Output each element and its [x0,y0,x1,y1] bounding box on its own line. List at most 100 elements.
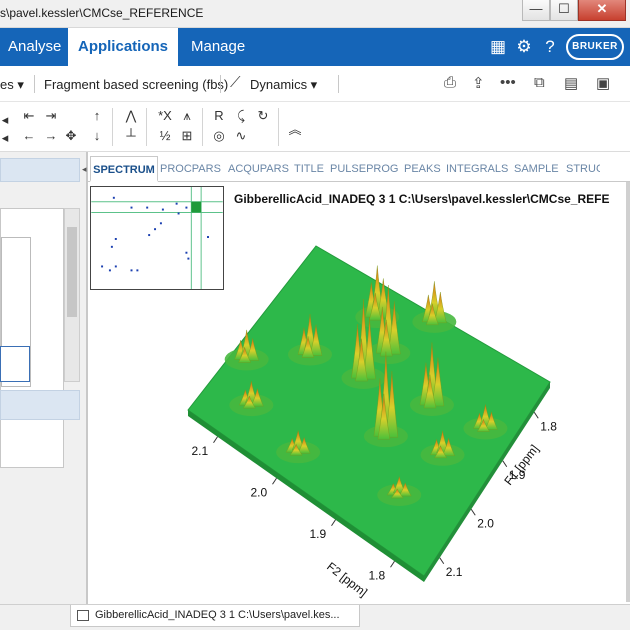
scroll-thumb[interactable] [67,227,77,317]
tab-applications[interactable]: Applications [68,28,178,66]
arrow-right-icon[interactable]: → [42,128,60,144]
tab-spectrum[interactable]: SPECTRUM [90,156,158,182]
peak-icon[interactable]: ⋀ [122,108,140,124]
tab-peaks[interactable]: PEAKS [404,156,441,182]
tab-manage-label: Manage [191,38,246,55]
divider [34,75,35,93]
topspin-window: s\pavel.kessler\CMCse_REFERENCE — ☐ ✕ An… [0,0,630,630]
stack-icon[interactable]: ⊞ [178,128,196,144]
dataset-tab-label: GibberellicAcid_INADEQ 3 1 C:\Users\pave… [95,609,340,621]
panel-header [0,158,80,182]
status-bar: GibberellicAcid_INADEQ 3 1 C:\Users\pave… [0,604,630,630]
tab-procpars[interactable]: PROCPARS [160,156,221,182]
grid-layout-icon[interactable]: ▤ [564,74,578,92]
scale-icon[interactable]: ⩚ [178,108,196,124]
spectrum-3d-plot[interactable]: 2.12.01.91.8 2.12.01.91.8F2 [ppm]F1 [ppm] [158,238,630,604]
layout-icon[interactable]: ▦ [488,37,508,57]
overview-peak [130,269,133,272]
reset-icon[interactable]: R [210,108,228,124]
arrow-up-icon[interactable]: ↑ [88,108,106,124]
arrow-left-icon[interactable]: ← [20,128,38,144]
overview-peak [177,212,180,215]
y-tick-label: 1.8 [540,419,557,433]
divider [112,108,113,146]
rotate-icon[interactable]: ↻ [254,108,272,124]
sub-toolbar: es ▾ Fragment based screening (fbs) ⟋ Dy… [0,66,630,102]
fbs-menu-item[interactable]: Fragment based screening (fbs) [44,77,228,92]
tab-manage[interactable]: Manage [191,28,245,66]
overview-peak [159,222,162,225]
print-icon[interactable]: ⎙ [444,74,456,91]
x-tick [390,560,395,568]
tab-scroll-left-icon[interactable]: ◂ [82,164,87,175]
y-tick [470,508,476,516]
export-icon[interactable]: ⇪ [472,74,485,92]
x-tick [331,519,336,527]
first-left-icon[interactable]: ⇤ [20,108,38,124]
tab-analyse[interactable]: Analyse [8,28,61,66]
overview-peak [185,206,188,209]
shift-icon[interactable]: ◂ [0,130,14,146]
overview-peak [114,238,117,240]
icon-toolbar: ◂ ◂ ⇤ ⇥ ← → ✥ ↑ ↓ ⋀ ┴ *X ⩚ ½ ⊞ R ⤹ ↻ ◎ ∿… [0,102,630,152]
dataset-icon [77,610,89,621]
phase-icon[interactable]: ⤹ [232,108,250,124]
tab-structure[interactable]: STRUC [566,156,600,182]
gear-icon[interactable]: ⚙ [514,37,534,57]
divider [278,108,279,146]
overview-peak [101,265,104,268]
dynamics-menu-item[interactable]: Dynamics ▾ [250,77,317,93]
overview-peak [175,202,178,205]
x-tick-label: 2.0 [251,485,268,499]
tab-acqupars[interactable]: ACQUPARS [228,156,289,182]
close-button[interactable]: ✕ [578,0,626,21]
target-icon[interactable]: ◎ [210,128,228,144]
preview-thumbnail-selected[interactable] [0,346,30,382]
panel-footer [0,390,80,420]
divider [220,75,221,93]
collapse-icon[interactable]: ︽ [286,122,304,138]
x-tick-label: 1.9 [310,527,327,541]
divide-icon[interactable]: ½ [156,128,174,144]
settings-layout-icon[interactable]: ▣ [596,74,610,92]
menu-item-es[interactable]: es ▾ [0,77,24,93]
fit-icon[interactable]: ∿ [232,128,250,144]
overview-peak [154,228,157,231]
maximize-button[interactable]: ☐ [550,0,578,21]
arrow-down-icon[interactable]: ↓ [88,128,106,144]
overview-peak [146,206,149,209]
window-layout-icon[interactable]: ⧉ [534,74,545,91]
y-tick [533,411,539,419]
x-tick-label: 2.1 [192,444,209,458]
shift-icon[interactable]: ◂ [0,112,14,128]
tab-analyse-label: Analyse [8,38,62,55]
y-tick-label: 2.0 [477,516,494,530]
minimize-button[interactable]: — [522,0,550,21]
display-tabs: ◂ SPECTRUM PROCPARS ACQUPARS TITLE PULSE… [82,156,630,182]
overview-zoom-box[interactable] [191,201,202,213]
move-icon[interactable]: ✥ [62,128,80,144]
x-tick [272,477,277,485]
tab-sample[interactable]: SAMPLE [514,156,559,182]
overview-peak [112,196,115,199]
tab-pulseprog[interactable]: PULSEPROG [330,156,398,182]
overview-peak [130,206,133,209]
dataset-tab[interactable]: GibberellicAcid_INADEQ 3 1 C:\Users\pave… [70,605,360,627]
spectrum-baseline-icon[interactable]: ┴ [122,128,140,144]
last-right-icon[interactable]: ⇥ [42,108,60,124]
help-icon[interactable]: ? [540,37,560,57]
overview-peak [110,245,113,248]
title-bar: s\pavel.kessler\CMCse_REFERENCE — ☐ ✕ [0,0,630,28]
preview-thumbnail[interactable] [0,208,64,468]
overview-peak [108,269,111,272]
ribbon-icons: ▦ ⚙ ? BRUKER [488,34,624,60]
panel-scrollbar[interactable] [64,208,80,382]
multiply-icon[interactable]: *X [156,108,174,124]
overview-peak [148,234,151,237]
y-tick [439,557,445,565]
spectrum-window: ◂ SPECTRUM PROCPARS ACQUPARS TITLE PULSE… [82,152,630,604]
more-icon[interactable]: ••• [500,74,516,91]
tab-title[interactable]: TITLE [294,156,324,182]
divider [338,75,339,93]
tab-integrals[interactable]: INTEGRALS [446,156,508,182]
